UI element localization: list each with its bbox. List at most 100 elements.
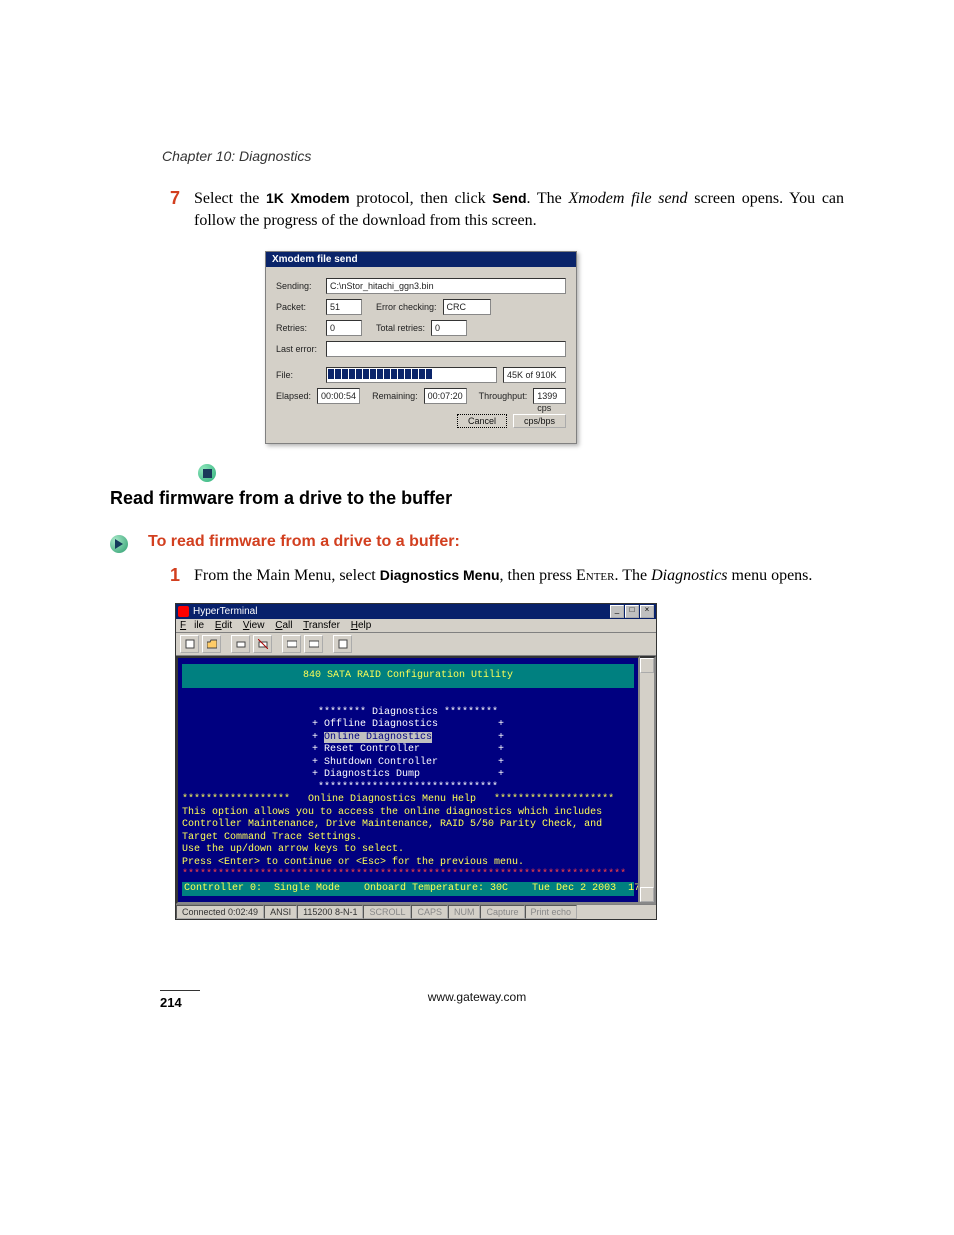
bold-diagnostics-menu: Diagnostics Menu [380,567,500,583]
label-lasterror: Last error: [276,344,320,354]
menu-reset[interactable]: + Reset Controller + [312,744,504,755]
toolbar-send-icon[interactable] [282,635,301,653]
field-packet: 51 [326,299,362,315]
step-7: 7 Select the 1K Xmodem protocol, then cl… [170,188,844,231]
step-number: 1 [170,565,194,587]
step-text: From the Main Menu, select Diagnostics M… [194,565,812,587]
t: Select the [194,190,266,207]
toolbar-receive-icon[interactable] [304,635,323,653]
scroll-up-icon[interactable] [640,658,654,673]
menu-bar[interactable]: File Edit View Call Transfer Help [176,619,656,633]
bold-send: Send [492,190,526,206]
minimize-button[interactable]: _ [610,605,624,618]
hyperterminal-window: HyperTerminal _ □ × File Edit View Call … [175,603,657,921]
xmodem-dialog: Xmodem file send Sending: C:\nStor_hitac… [265,251,577,444]
menu-shutdown[interactable]: + Shutdown Controller + [312,757,504,768]
label-sending: Sending: [276,281,320,291]
cancel-button[interactable]: Cancel [457,414,507,428]
t: . The [614,567,651,584]
menu-file[interactable]: File [180,620,204,631]
t: From the Main Menu, select [194,567,380,584]
field-fileprogress: 45K of 910K [503,367,566,383]
maximize-button[interactable]: □ [625,605,639,618]
help-body3: Target Command Trace Settings. [182,832,362,843]
help-line: ****************** Online Diagnostics Me… [182,794,614,805]
field-totalretries: 0 [431,320,467,336]
terminal-output[interactable]: 840 SATA RAID Configuration Utility ****… [176,656,640,905]
status-printecho: Print echo [525,905,578,919]
label-throughput: Throughput: [479,391,528,401]
play-icon [110,535,128,553]
window-title: HyperTerminal [193,606,257,617]
step-text: Select the 1K Xmodem protocol, then clic… [194,188,844,231]
term-statusline: Controller 0: Single Mode Onboard Temper… [182,882,634,897]
label-file: File: [276,370,320,380]
app-icon [178,606,189,617]
toolbar-properties-icon[interactable] [333,635,352,653]
t: protocol, then click [350,190,493,207]
ital-diagnostics: Diagnostics [651,567,727,584]
help-stars: ****************************************… [182,869,626,880]
label-elapsed: Elapsed: [276,391,311,401]
toolbar-disconnect-icon[interactable] [253,635,272,653]
field-errorchecking: CRC [443,299,491,315]
field-sending: C:\nStor_hitachi_ggn3.bin [326,278,566,294]
ital-xmodem: Xmodem file send [568,190,687,207]
status-connected: Connected 0:02:49 [176,905,264,919]
t: . The [527,190,569,207]
term-header: 840 SATA RAID Configuration Utility [182,664,634,689]
status-scroll: SCROLL [363,905,411,919]
diag-title: ******** Diagnostics ********* [318,707,498,718]
toolbar-new-icon[interactable] [180,635,199,653]
menu-offline[interactable]: + Offline Diagnostics + [312,719,504,730]
status-bar: Connected 0:02:49 ANSI 115200 8-N-1 SCRO… [176,904,656,919]
scroll-down-icon[interactable] [640,887,654,902]
t: ****************************** [318,782,498,793]
toolbar [176,633,656,656]
status-caps: CAPS [411,905,448,919]
label-retries: Retries: [276,323,320,333]
step-number: 7 [170,188,194,231]
progress-bar [326,367,497,383]
chapter-header: Chapter 10: Diagnostics [162,148,311,164]
procedure-header: To read firmware from a drive to a buffe… [110,533,844,553]
scrollbar[interactable] [640,656,656,905]
field-elapsed: 00:00:54 [317,388,360,404]
menu-call[interactable]: Call [275,620,292,631]
status-num: NUM [448,905,481,919]
footer-url: www.gateway.com [428,990,526,1010]
menu-dump[interactable]: + Diagnostics Dump + [312,769,504,780]
page-number: 214 [160,995,200,1010]
t: menu opens. [728,567,813,584]
help-body2: Controller Maintenance, Drive Maintenanc… [182,819,602,830]
help-body5: Press <Enter> to continue or <Esc> for t… [182,857,524,868]
close-button[interactable]: × [640,605,654,618]
label-remaining: Remaining: [372,391,418,401]
t: , then press [500,567,576,584]
menu-help[interactable]: Help [351,620,372,631]
label-errorchecking: Error checking: [376,302,437,312]
t: ******** Diagnostics ********* [182,707,634,720]
label-totalretries: Total retries: [376,323,425,333]
field-remaining: 00:07:20 [424,388,467,404]
field-throughput: 1399 cps [533,388,566,404]
window-titlebar: HyperTerminal _ □ × [176,604,656,619]
help-body4: Use the up/down arrow keys to select. [182,844,404,855]
menu-edit[interactable]: Edit [215,620,232,631]
dialog-title: Xmodem file send [266,252,576,267]
procedure-title: To read firmware from a drive to a buffe… [148,533,460,551]
toolbar-connect-icon[interactable] [231,635,250,653]
step-1: 1 From the Main Menu, select Diagnostics… [170,565,844,587]
section-heading: Read firmware from a drive to the buffer [110,488,844,509]
key-enter: Enter [576,567,615,584]
menu-online-selected[interactable]: Online Diagnostics [324,732,432,743]
status-emulation: ANSI [264,905,297,919]
status-capture: Capture [480,905,524,919]
cpsbps-button[interactable]: cps/bps [513,414,566,428]
end-of-procedure-icon [198,464,216,482]
help-body1: This option allows you to access the onl… [182,807,602,818]
menu-transfer[interactable]: Transfer [303,620,340,631]
menu-view[interactable]: View [243,620,265,631]
toolbar-open-icon[interactable] [202,635,221,653]
bold-1k-xmodem: 1K Xmodem [266,190,350,206]
